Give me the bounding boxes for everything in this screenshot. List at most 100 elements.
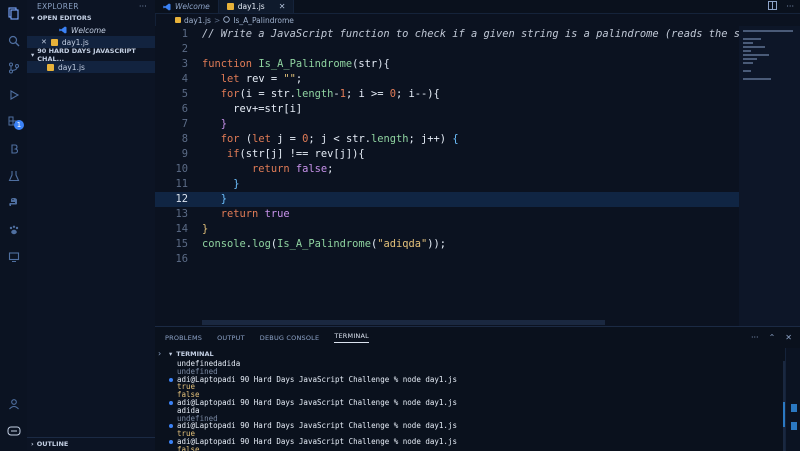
command-status-dot-icon[interactable] [169,424,173,429]
horizontal-scrollbar[interactable] [202,320,605,325]
outline-section[interactable]: › OUTLINE [27,437,159,450]
close-icon[interactable]: ✕ [41,38,47,46]
terminal-line-text: adi@Laptopadi 90 Hard Days JavaScript Ch… [177,397,457,407]
minimap-line [743,46,765,48]
code-line[interactable]: 14} [155,222,739,237]
code-text: rev+=str[i] [202,102,302,117]
command-status-dot-icon[interactable] [169,377,173,382]
terminal-instance-marker[interactable] [791,422,797,430]
code-line[interactable]: 10 return false; [155,162,739,177]
minimap[interactable] [739,26,800,326]
project-folder-section[interactable]: ▾ 90 HARD DAYS JAVASCRIPT CHAL... [27,47,155,63]
code-line[interactable]: 7 } [155,117,739,132]
terminal-list-strip [785,348,800,451]
code-line[interactable]: 13 return true [155,207,739,222]
line-number: 16 [175,253,188,265]
code-line[interactable]: 5 for(i = str.length-1; i >= 0; i--){ [155,87,739,102]
editor-tabs: Welcome day1.js ✕ ··· [155,0,800,14]
paw-icon[interactable] [0,216,27,243]
source-control-icon[interactable] [0,54,27,81]
tab-welcome[interactable]: Welcome [155,0,219,13]
line-number: 10 [175,163,188,175]
extensions-badge: 1 [14,120,24,130]
code-text: for(i = str.length-1; i >= 0; i--){ [202,87,440,102]
panel-tabs: PROBLEMS OUTPUT DEBUG CONSOLE TERMINAL [155,327,800,348]
terminal-line-text: adi@Laptopadi 90 Hard Days JavaScript Ch… [177,436,457,446]
command-status-dot-icon[interactable] [169,400,173,405]
breadcrumb-symbol[interactable]: Is_A_Palindrome [233,16,294,25]
terminal-header[interactable]: ▾ TERMINAL [165,348,800,360]
code-token: console [202,238,246,250]
code-line[interactable]: 1 // Write a JavaScript function to check… [155,27,800,42]
code-text: let rev = ""; [202,72,302,87]
run-debug-icon[interactable] [0,81,27,108]
code-token: ; [327,163,334,175]
extensions-icon[interactable]: 1 [0,108,27,135]
close-panel-icon[interactable]: ✕ [785,333,792,342]
code-line[interactable]: 6 rev+=str[i] [155,102,739,117]
code-token: return [220,208,265,220]
activity-bottom [0,390,27,444]
open-editor-welcome[interactable]: Welcome [27,24,155,36]
minimap-line [743,38,761,40]
minimap-line [743,58,757,60]
terminal-instance-marker[interactable] [791,404,797,412]
chevron-down-icon: ▾ [31,14,35,22]
code-token: log [252,238,271,250]
tab-output[interactable]: OUTPUT [217,334,245,342]
code-text: } [202,117,227,132]
code-line[interactable]: 8 for (let j = 0; j < str.length; j++) { [155,132,739,147]
code-token: ; i >= [345,88,390,100]
search-icon[interactable] [0,27,27,54]
split-editor-icon[interactable] [768,1,778,12]
code-line[interactable]: 2 [155,42,739,57]
chevron-up-icon[interactable]: ⌃ [769,333,776,342]
code-line[interactable]: 9 if(str[j] !== rev[j]){ [155,147,739,162]
line-number: 12 [175,193,188,205]
code-line[interactable]: 4 let rev = ""; [155,72,739,87]
terminal-line: adi@Laptopadi 90 Hard Days JavaScript Ch… [165,438,782,446]
remote-explorer-icon[interactable] [0,243,27,270]
explorer-title: EXPLORER [37,1,79,11]
line-number: 1 [181,28,188,40]
terminal-line: adi@Laptopadi 90 Hard Days JavaScript Ch… [165,399,782,407]
manage-gear-icon[interactable] [0,417,27,444]
code-token: { [452,133,459,145]
code-line[interactable]: 15 console.log(Is_A_Palindrome("adiqda"))… [155,237,739,252]
code-text: if(str[j] !== rev[j]){ [202,147,365,162]
code-line[interactable]: 16 [155,252,739,267]
code-token: length [370,133,409,145]
explorer-icon[interactable] [0,0,27,27]
line-number: 8 [181,133,188,145]
code-editor[interactable]: 1 // Write a JavaScript function to check… [155,26,800,326]
open-editors-section[interactable]: ▾ OPEN EDITORS [27,12,155,24]
code-text: // Write a JavaScript function to check … [202,27,800,42]
testing-icon[interactable] [0,162,27,189]
code-text: for (let j = 0; j < str.length; j++) { [202,132,459,147]
breadcrumb-file[interactable]: day1.js [184,16,211,25]
line-number: 13 [175,208,188,220]
bootstrap-icon[interactable] [0,135,27,162]
tab-day1[interactable]: day1.js ✕ [218,0,295,13]
code-line[interactable]: 11 } [155,177,739,192]
line-number: 11 [175,178,188,190]
terminal-output[interactable]: undefinedadida undefined adi@Laptopadi 90 … [165,360,782,451]
more-actions-icon[interactable]: ··· [786,2,794,11]
more-actions-icon[interactable]: ··· [139,2,147,11]
tab-terminal[interactable]: TERMINAL [334,332,369,343]
symbol-icon [223,15,230,25]
code-token: false [295,163,328,175]
close-icon[interactable]: ✕ [279,2,286,11]
more-actions-icon[interactable]: ··· [751,333,759,342]
account-icon[interactable] [0,390,27,417]
code-token: )); [427,238,447,250]
python-icon[interactable] [0,189,27,216]
command-status-dot-icon[interactable] [169,439,173,444]
code-line[interactable]: 12 } [155,192,739,207]
tab-problems[interactable]: PROBLEMS [165,334,202,342]
tab-debug-console[interactable]: DEBUG CONSOLE [260,334,320,342]
code-line[interactable]: 3 function Is_A_Palindrome(str){ [155,57,739,72]
chevron-right-icon[interactable]: › [158,349,161,358]
